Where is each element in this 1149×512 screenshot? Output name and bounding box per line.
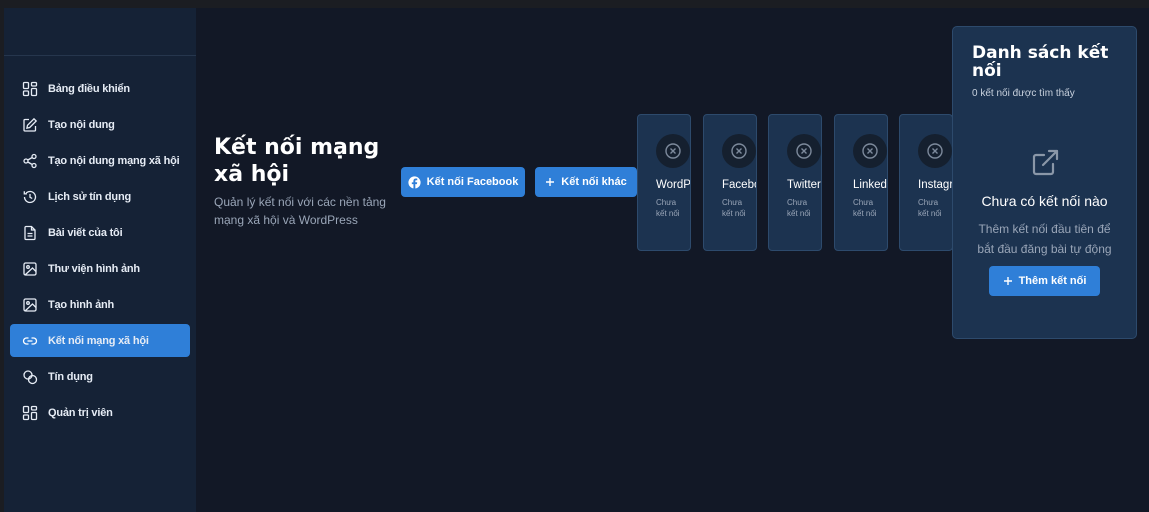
platform-name: Facebook xyxy=(722,179,756,191)
connect-facebook-button[interactable]: Kết nối Facebook xyxy=(401,167,525,197)
panel-title: Danh sách kết nối xyxy=(972,43,1109,81)
sidebar-item-image-library[interactable]: Thư viện hình ảnh xyxy=(10,252,190,285)
sidebar-item-credit-history[interactable]: Lịch sử tín dụng xyxy=(10,180,190,213)
sidebar-item-create-image[interactable]: Tạo hình ảnh xyxy=(10,288,190,321)
connection-count: 0 kết nối được tìm thấy xyxy=(972,88,1075,99)
sidebar-item-create-content[interactable]: Tạo nội dung xyxy=(10,108,190,141)
page-subtitle: Quản lý kết nối với các nền tảng mạng xã… xyxy=(214,195,386,227)
sidebar-item-credits[interactable]: Tín dụng xyxy=(10,360,190,393)
coins-icon xyxy=(22,369,38,385)
platform-status: Chưa kết nối xyxy=(853,198,877,218)
platform-card-wordpress[interactable]: WordPress Chưa kết nối xyxy=(637,114,691,251)
external-link-icon xyxy=(1029,147,1061,184)
platform-status: Chưa kết nối xyxy=(918,198,942,218)
facebook-icon xyxy=(408,175,421,189)
sidebar-item-label: Quản trị viên xyxy=(48,406,113,419)
sidebar-header xyxy=(4,8,196,56)
sidebar-item-label: Bài viết của tôi xyxy=(48,226,123,239)
sidebar-item-dashboard[interactable]: Bảng điều khiển xyxy=(10,72,190,105)
disconnected-icon xyxy=(787,134,821,168)
sidebar-nav: Bảng điều khiển Tạo nội dung Tạo nội dun… xyxy=(10,72,190,432)
platform-status: Chưa kết nối xyxy=(722,198,746,218)
sidebar-item-label: Bảng điều khiển xyxy=(48,82,130,95)
platform-card-linkedin[interactable]: LinkedIn Chưa kết nối xyxy=(834,114,888,251)
disconnected-icon xyxy=(722,134,756,168)
sidebar-item-label: Tín dụng xyxy=(48,370,93,383)
app-window: Bảng điều khiển Tạo nội dung Tạo nội dun… xyxy=(4,8,1149,512)
disconnected-icon xyxy=(853,134,887,168)
connect-other-button[interactable]: Kết nối khác xyxy=(535,167,637,197)
add-connection-button[interactable]: Thêm kết nối xyxy=(989,266,1100,296)
sidebar-item-label: Thư viện hình ảnh xyxy=(48,262,140,275)
document-icon xyxy=(22,225,38,241)
plus-icon xyxy=(545,177,555,187)
platform-status: Chưa kết nối xyxy=(656,198,680,218)
sidebar-item-label: Kết nối mạng xã hội xyxy=(48,334,149,347)
sidebar-item-my-posts[interactable]: Bài viết của tôi xyxy=(10,216,190,249)
sidebar-item-label: Lịch sử tín dụng xyxy=(48,190,131,203)
connections-panel: Danh sách kết nối 0 kết nối được tìm thấ… xyxy=(952,26,1137,339)
platform-name: LinkedIn xyxy=(853,179,887,191)
connect-other-label: Kết nối khác xyxy=(561,176,627,188)
platform-name: WordPress xyxy=(656,179,691,191)
connect-facebook-label: Kết nối Facebook xyxy=(426,176,519,188)
link-icon xyxy=(22,333,38,349)
page-title: Kết nối mạng xã hội xyxy=(214,135,380,187)
history-icon xyxy=(22,189,38,205)
sidebar: Bảng điều khiển Tạo nội dung Tạo nội dun… xyxy=(4,8,196,512)
dashboard-icon xyxy=(22,81,38,97)
sidebar-item-social-content[interactable]: Tạo nội dung mạng xã hội xyxy=(10,144,190,177)
plus-icon xyxy=(1003,276,1013,286)
platform-card-instagram[interactable]: Instagram Chưa kết nối xyxy=(899,114,953,251)
platform-name: Instagram xyxy=(918,179,952,191)
disconnected-icon xyxy=(656,134,690,168)
platform-card-twitter[interactable]: Twitter Chưa kết nối xyxy=(768,114,822,251)
sidebar-item-label: Tạo nội dung mạng xã hội xyxy=(48,154,180,167)
empty-state-hint: Thêm kết nối đầu tiên để bắt đầu đăng bà… xyxy=(977,222,1112,256)
image-icon xyxy=(22,297,38,313)
platform-card-facebook[interactable]: Facebook Chưa kết nối xyxy=(703,114,757,251)
platform-status: Chưa kết nối xyxy=(787,198,811,218)
edit-icon xyxy=(22,117,38,133)
sidebar-item-label: Tạo nội dung xyxy=(48,118,115,131)
sidebar-item-social-connections[interactable]: Kết nối mạng xã hội xyxy=(10,324,190,357)
platform-name: Twitter xyxy=(787,179,821,191)
page-header: Kết nối mạng xã hội Quản lý kết nối với … xyxy=(214,134,404,229)
sidebar-item-label: Tạo hình ảnh xyxy=(48,298,115,311)
disconnected-icon xyxy=(918,134,952,168)
share-icon xyxy=(22,153,38,169)
empty-state-title: Chưa có kết nối nào xyxy=(981,193,1108,209)
image-icon xyxy=(22,261,38,277)
add-connection-label: Thêm kết nối xyxy=(1018,275,1087,287)
dashboard-icon xyxy=(22,405,38,421)
sidebar-item-admin[interactable]: Quản trị viên xyxy=(10,396,190,429)
